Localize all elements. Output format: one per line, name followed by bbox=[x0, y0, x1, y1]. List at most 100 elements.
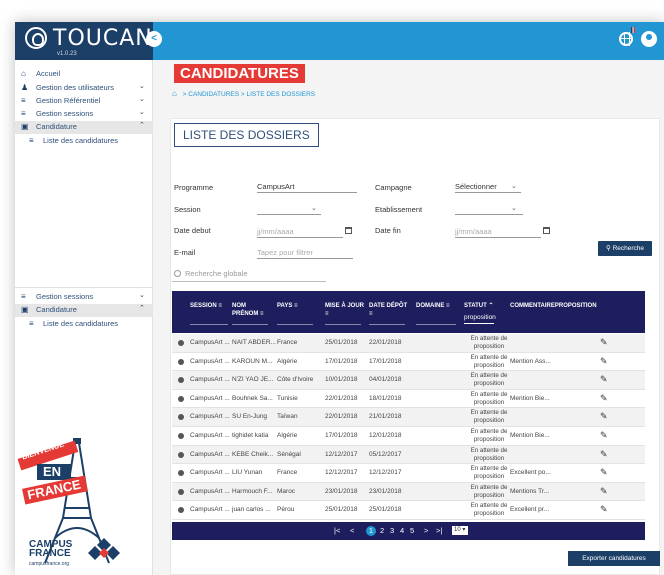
language-globe-icon[interactable] bbox=[619, 32, 633, 46]
column-header-statut[interactable]: STATUT ⌃ bbox=[464, 302, 493, 310]
sidebar-item-candidature-lower[interactable]: ▣ Candidature ⌃ bbox=[15, 304, 153, 317]
last-page-button[interactable]: >| bbox=[436, 526, 442, 535]
cell-statut: En attente de proposition bbox=[463, 409, 515, 425]
cell-statut: En attente de proposition bbox=[463, 391, 515, 407]
sidebar-item-liste-candidatures[interactable]: ≡ Liste des candidatures bbox=[15, 135, 153, 147]
page-button-3[interactable]: 3 bbox=[390, 526, 394, 535]
pagination: |< < 1 2 3 4 5 > >| 10 ▾ bbox=[172, 522, 645, 540]
sidebar-item-liste-candidatures-lower[interactable]: ≡ Liste des candidatures bbox=[15, 318, 153, 330]
global-search-input[interactable]: Recherche globale bbox=[172, 268, 326, 282]
edit-pencil-icon[interactable]: ✎ bbox=[600, 411, 608, 422]
edit-pencil-icon[interactable]: ✎ bbox=[600, 449, 608, 460]
prev-page-button[interactable]: < bbox=[350, 526, 354, 535]
edit-pencil-icon[interactable]: ✎ bbox=[600, 467, 608, 478]
date-fin-input[interactable]: jj/mm/aaaa bbox=[455, 227, 541, 238]
table-header: SESSION ≡ NOM PRÉNOM ≡ PAYS ≡ MISE À JOUR… bbox=[172, 291, 645, 333]
breadcrumb-item[interactable]: LISTE DES DOSSIERS bbox=[247, 91, 316, 98]
sidebar-item-label: Candidature bbox=[36, 122, 77, 131]
etablissement-select[interactable]: ⌄ bbox=[455, 204, 523, 215]
table-row[interactable]: CampusArt ... SU En-Jung Taïwan 22/01/2018 2… bbox=[172, 408, 645, 427]
sidebar-item-sessions[interactable]: ≡ Gestion sessions ⌄ bbox=[15, 108, 153, 120]
table-row[interactable]: CampusArt ... KEBE Cheik... Sénégal 12/12/2… bbox=[172, 445, 645, 465]
sidebar-item-accueil[interactable]: ⌂ Accueil bbox=[15, 68, 153, 80]
page-button-2[interactable]: 2 bbox=[380, 526, 384, 535]
cell-depot: 25/01/2018 bbox=[369, 506, 402, 514]
sidebar-item-referentiel[interactable]: ≡ Gestion Référentiel ⌄ bbox=[15, 95, 153, 107]
chevron-down-icon: ⌄ bbox=[139, 109, 145, 116]
global-search-placeholder: Recherche globale bbox=[185, 269, 248, 278]
page-button-1[interactable]: 1 bbox=[366, 526, 376, 536]
table-row[interactable]: CampusArt ... LIU Yunan France 12/12/2017 12… bbox=[172, 464, 645, 483]
programme-field[interactable]: CampusArt bbox=[257, 182, 357, 193]
statut-line-1: En attente de bbox=[470, 335, 508, 342]
campagne-select[interactable]: Sélectionner ⌄ bbox=[455, 182, 521, 193]
table-row[interactable]: CampusArt ... tighidet katia Algérie 17/01/… bbox=[172, 427, 645, 446]
cell-pays: Côte d'Ivoire bbox=[277, 376, 314, 384]
email-input[interactable]: Tapez pour filtrer bbox=[257, 248, 353, 259]
table-row[interactable]: CampusArt ... Harmouch F... Maroc 23/01/201… bbox=[172, 482, 645, 502]
session-select[interactable]: ⌄ bbox=[257, 204, 321, 215]
page-button-4[interactable]: 4 bbox=[400, 526, 404, 535]
statut-line-2: proposition bbox=[473, 343, 505, 350]
cell-statut: En attente de proposition bbox=[463, 354, 515, 370]
document-icon: ▣ bbox=[21, 122, 29, 131]
campus-france-logo: CAMPUS FRANCE bbox=[29, 540, 72, 559]
table-row[interactable]: CampusArt ... N'ZI YAO JE... Côte d'Ivoire… bbox=[172, 371, 645, 390]
column-header-maj[interactable]: MISE À JOUR ≡ bbox=[325, 302, 364, 325]
cell-session: CampusArt ... bbox=[190, 506, 230, 514]
user-account-icon[interactable] bbox=[641, 31, 657, 47]
cell-comment: Mention Bie... bbox=[510, 394, 550, 402]
page-button-5[interactable]: 5 bbox=[410, 526, 414, 535]
campagne-value: Sélectionner bbox=[455, 182, 497, 191]
column-header-nom[interactable]: NOM PRÉNOM ≡ bbox=[232, 302, 268, 325]
edit-pencil-icon[interactable]: ✎ bbox=[600, 504, 608, 515]
sidebar-item-users[interactable]: ♟ Gestion des utilisateurs ⌄ bbox=[15, 82, 153, 94]
edit-pencil-icon[interactable]: ✎ bbox=[600, 374, 608, 385]
search-button[interactable]: ⚲ Recherche bbox=[598, 241, 652, 256]
cell-depot: 04/01/2018 bbox=[369, 376, 402, 384]
chevron-down-icon: ⌄ bbox=[139, 292, 145, 299]
date-debut-input[interactable]: jj/mm/aaaa bbox=[257, 227, 343, 238]
home-icon[interactable]: ⌂ bbox=[172, 89, 177, 98]
table-row[interactable]: CampusArt ... NAIT ABDER... France 25/01/20… bbox=[172, 334, 645, 353]
list-icon: ≡ bbox=[21, 96, 26, 105]
cell-maj: 25/01/2018 bbox=[325, 506, 358, 514]
edit-pencil-icon[interactable]: ✎ bbox=[600, 393, 608, 404]
collapse-sidebar-button[interactable]: < bbox=[146, 31, 162, 47]
breadcrumb-item[interactable]: CANDIDATURES bbox=[188, 91, 239, 98]
first-page-button[interactable]: |< bbox=[334, 526, 340, 535]
poster-line-2: EN bbox=[43, 464, 62, 479]
edit-pencil-icon[interactable]: ✎ bbox=[600, 356, 608, 367]
table-row[interactable]: CampusArt ... Bouhnek Sa... Tunisie 22/01/2… bbox=[172, 390, 645, 409]
cell-session: CampusArt ... bbox=[190, 469, 230, 477]
home-icon: ⌂ bbox=[21, 69, 26, 78]
row-status-dot bbox=[178, 377, 184, 384]
statut-line-1: En attente de bbox=[470, 353, 508, 361]
column-header-session[interactable]: SESSION ≡ bbox=[190, 302, 228, 325]
column-header-depot[interactable]: DATE DÉPÔT ≡ bbox=[369, 302, 407, 325]
chevron-up-icon: ⌃ bbox=[139, 122, 145, 129]
column-header-commentaire[interactable]: COMMENTAIREPROPOSITION bbox=[510, 302, 597, 310]
statut-filter-input[interactable]: proposition bbox=[464, 314, 496, 321]
table-row[interactable]: CampusArt ... juan carlos ... Pérou 25/01/2… bbox=[172, 501, 645, 520]
search-icon bbox=[174, 270, 181, 277]
next-page-button[interactable]: > bbox=[424, 526, 428, 535]
page-size-select[interactable]: 10 ▾ bbox=[452, 526, 468, 535]
edit-pencil-icon[interactable]: ✎ bbox=[600, 430, 608, 441]
export-button[interactable]: Exporter candidatures bbox=[568, 551, 660, 566]
calendar-icon[interactable] bbox=[345, 227, 352, 234]
cell-nom: LIU Yunan bbox=[232, 469, 263, 477]
document-icon: ▣ bbox=[21, 305, 29, 314]
sidebar-item-candidature[interactable]: ▣ Candidature ⌃ bbox=[15, 121, 153, 134]
list-icon: ≡ bbox=[21, 109, 26, 118]
sidebar-item-sessions-lower[interactable]: ≡ Gestion sessions ⌄ bbox=[15, 291, 153, 303]
row-status-dot bbox=[178, 340, 184, 346]
column-header-pays[interactable]: PAYS ≡ bbox=[277, 302, 313, 325]
edit-pencil-icon[interactable]: ✎ bbox=[600, 337, 608, 348]
edit-pencil-icon[interactable]: ✎ bbox=[600, 486, 608, 497]
table-row[interactable]: CampusArt ... KAROUN M... Algérie 17/01/201… bbox=[172, 353, 645, 372]
calendar-icon[interactable] bbox=[543, 227, 550, 234]
column-header-domaine[interactable]: DOMAINE ≡ bbox=[416, 302, 456, 325]
statut-line-1: En attente de bbox=[470, 372, 508, 380]
campagne-label: Campagne bbox=[375, 183, 412, 192]
